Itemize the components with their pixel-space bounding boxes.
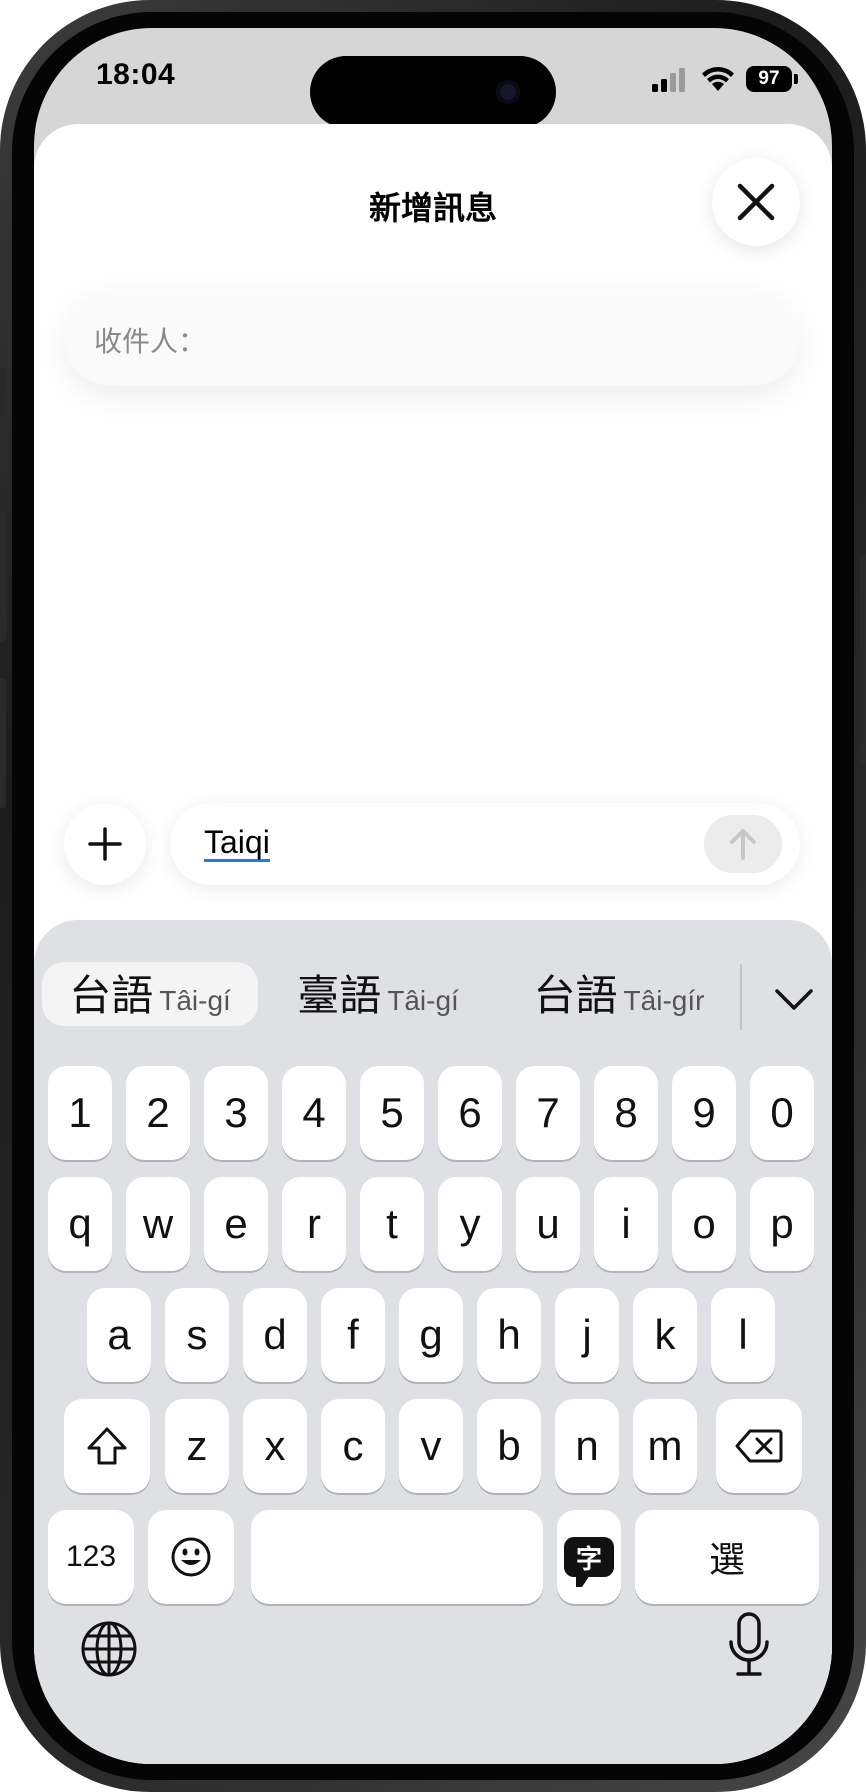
volume-up-button [0,512,6,642]
chevron-down-icon [775,989,813,1010]
battery-indicator: 97 [746,66,792,92]
expand-candidates-button[interactable] [766,974,822,1024]
key-j[interactable]: j [555,1288,619,1382]
candidate-roman: Tâi-gír [623,985,705,1016]
close-icon [737,183,775,221]
speech-bubble-icon: 字 [564,1537,614,1587]
key-o[interactable]: o [672,1177,736,1271]
key-8[interactable]: 8 [594,1066,658,1160]
arrow-up-icon [730,829,756,860]
key-m[interactable]: m [633,1399,697,1493]
ime-switch-key[interactable]: 字 [557,1510,621,1604]
keyboard: 台語 Tâi-gí 臺語 Tâi-gí 台語 Tâi-gír 1 2 3 4 5… [34,920,832,1764]
key-s[interactable]: s [165,1288,229,1382]
close-button[interactable] [712,158,800,246]
key-v[interactable]: v [399,1399,463,1493]
key-9[interactable]: 9 [672,1066,736,1160]
key-y[interactable]: y [438,1177,502,1271]
key-a[interactable]: a [87,1288,151,1382]
candidate-hanzi: 台語 [533,972,618,1019]
plus-icon [88,827,122,861]
key-4[interactable]: 4 [282,1066,346,1160]
delete-key[interactable] [716,1399,802,1493]
candidate-divider [740,964,742,1030]
key-6[interactable]: 6 [438,1066,502,1160]
power-button [860,555,866,765]
battery-cap [794,74,798,84]
ime-label: 字 [575,1543,602,1574]
recipient-field[interactable]: 收件人： [64,290,800,386]
key-h[interactable]: h [477,1288,541,1382]
select-key[interactable]: 選 [635,1510,819,1604]
front-camera [496,80,520,104]
shift-icon [87,1427,127,1465]
key-u[interactable]: u [516,1177,580,1271]
key-d[interactable]: d [243,1288,307,1382]
key-g[interactable]: g [399,1288,463,1382]
action-button [0,368,6,448]
key-e[interactable]: e [204,1177,268,1271]
key-0[interactable]: 0 [750,1066,814,1160]
send-button[interactable] [704,815,782,873]
candidate-1[interactable]: 台語 Tâi-gí [42,962,258,1026]
key-7[interactable]: 7 [516,1066,580,1160]
key-n[interactable]: n [555,1399,619,1493]
key-i[interactable]: i [594,1177,658,1271]
key-l[interactable]: l [711,1288,775,1382]
add-attachment-button[interactable] [64,803,146,885]
emoji-key[interactable] [148,1510,234,1604]
candidate-roman: Tâi-gí [387,985,459,1016]
key-z[interactable]: z [165,1399,229,1493]
volume-down-button [0,678,6,808]
key-5[interactable]: 5 [360,1066,424,1160]
key-c[interactable]: c [321,1399,385,1493]
key-1[interactable]: 1 [48,1066,112,1160]
key-t[interactable]: t [360,1177,424,1271]
numbers-key[interactable]: 123 [48,1510,134,1604]
status-time: 18:04 [96,58,176,91]
candidate-3[interactable]: 台語 Tâi-gír [504,962,734,1026]
candidate-roman: Tâi-gí [159,985,231,1016]
key-k[interactable]: k [633,1288,697,1382]
message-text: Taiqi [204,824,270,862]
key-q[interactable]: q [48,1177,112,1271]
key-3[interactable]: 3 [204,1066,268,1160]
candidate-2[interactable]: 臺語 Tâi-gí [278,962,478,1026]
key-w[interactable]: w [126,1177,190,1271]
key-r[interactable]: r [282,1177,346,1271]
key-2[interactable]: 2 [126,1066,190,1160]
recipient-label: 收件人： [94,326,207,357]
shift-key[interactable] [64,1399,150,1493]
delete-icon [735,1429,783,1463]
microphone-icon[interactable] [728,1612,770,1678]
message-input[interactable]: Taiqi [170,803,800,885]
screen: 18:04 97 新增訊息 收件人： Taiqi 台語 Tâi-gí 臺語 Tâ… [34,28,832,1764]
emoji-icon [171,1537,211,1577]
globe-icon[interactable] [80,1620,138,1678]
battery-level: 97 [758,68,780,89]
key-p[interactable]: p [750,1177,814,1271]
cellular-signal-icon [652,68,685,92]
candidate-hanzi: 臺語 [297,972,382,1019]
candidate-hanzi: 台語 [69,972,154,1019]
key-x[interactable]: x [243,1399,307,1493]
wifi-icon [702,67,734,91]
space-key[interactable] [251,1510,543,1604]
key-f[interactable]: f [321,1288,385,1382]
key-b[interactable]: b [477,1399,541,1493]
